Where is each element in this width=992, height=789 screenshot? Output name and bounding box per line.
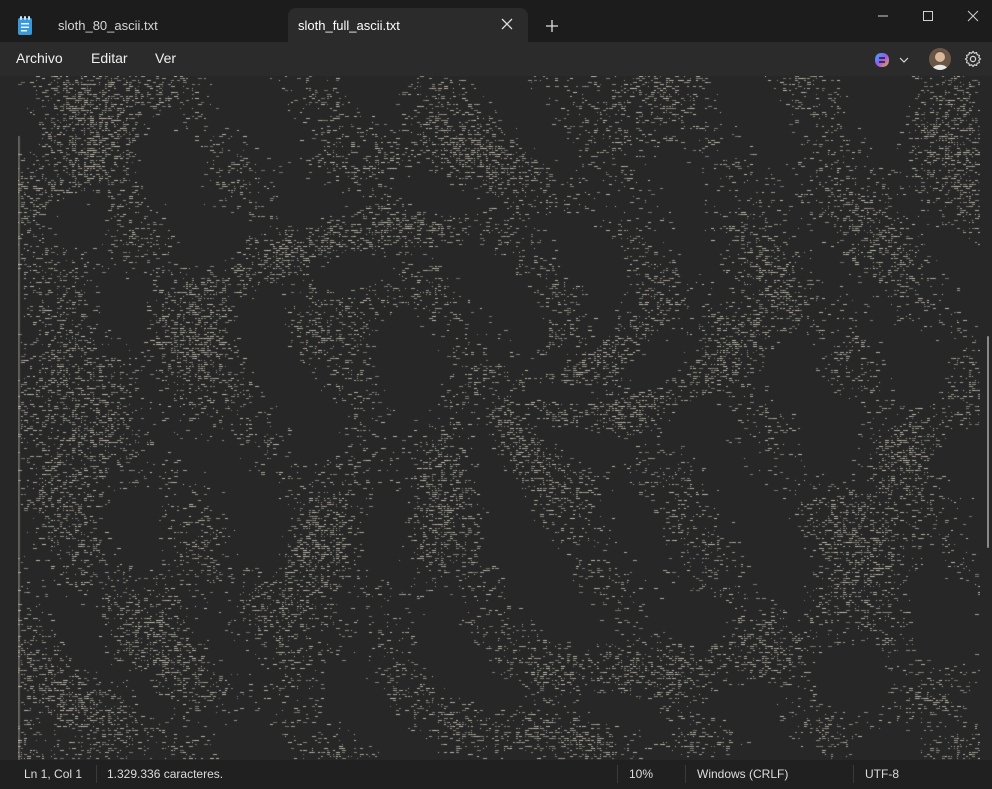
minimize-icon <box>878 15 888 17</box>
menu-bar: Archivo Editar Ver <box>0 42 992 76</box>
copilot-icon <box>875 53 909 67</box>
close-window-button[interactable] <box>951 4 992 28</box>
notepad-window: sloth_80_ascii.txt sloth_full_ascii.txt <box>0 0 992 789</box>
tab-sloth-80[interactable]: sloth_80_ascii.txt <box>44 8 284 42</box>
status-divider <box>617 765 618 783</box>
encoding[interactable]: UTF-8 <box>865 767 899 781</box>
text-editor[interactable] <box>0 76 992 760</box>
menu-ver[interactable]: Ver <box>155 50 176 66</box>
tab-label: sloth_full_ascii.txt <box>298 17 400 33</box>
status-divider <box>853 765 854 783</box>
tab-label: sloth_80_ascii.txt <box>58 17 158 33</box>
status-bar: Ln 1, Col 1 1.329.336 caracteres. 10% Wi… <box>0 760 992 789</box>
menu-editar[interactable]: Editar <box>91 50 128 66</box>
title-bar: sloth_80_ascii.txt sloth_full_ascii.txt <box>0 0 992 42</box>
status-divider <box>685 765 686 783</box>
zoom-level[interactable]: 10% <box>629 767 653 781</box>
close-icon[interactable] <box>500 17 514 31</box>
close-icon <box>967 10 979 22</box>
scrollbar-thumb[interactable] <box>987 336 989 548</box>
ascii-art-text <box>18 76 980 760</box>
notepad-icon <box>18 16 32 35</box>
plus-icon[interactable] <box>540 16 564 36</box>
maximize-button[interactable] <box>906 4 950 28</box>
tab-sloth-full[interactable]: sloth_full_ascii.txt <box>288 8 528 42</box>
copilot-button[interactable] <box>873 51 913 69</box>
minimize-button[interactable] <box>861 4 905 28</box>
status-divider <box>96 765 97 783</box>
line-ending[interactable]: Windows (CRLF) <box>697 767 788 781</box>
gear-icon[interactable] <box>964 50 982 68</box>
maximize-icon <box>923 11 933 21</box>
menu-archivo[interactable]: Archivo <box>16 50 63 66</box>
avatar[interactable] <box>929 48 951 70</box>
avatar-image <box>929 48 951 70</box>
cursor-position[interactable]: Ln 1, Col 1 <box>24 767 82 781</box>
character-count: 1.329.336 caracteres. <box>107 767 224 781</box>
